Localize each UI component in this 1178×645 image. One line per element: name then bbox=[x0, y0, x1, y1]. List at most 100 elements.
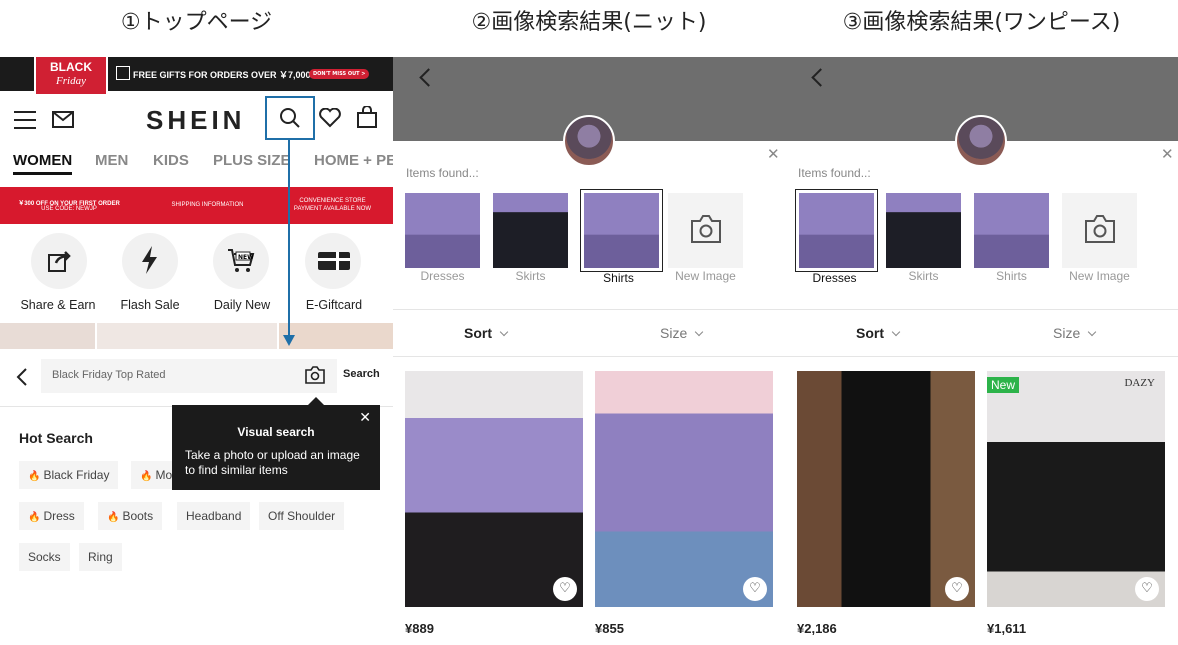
banner-store: CONVENIENCE STORE bbox=[299, 198, 366, 204]
product-card[interactable]: ♡ bbox=[595, 371, 773, 607]
promo-banner[interactable]: BLACK Friday FREE GIFTS FOR ORDERS OVER ￥… bbox=[0, 57, 393, 96]
thumb-label-selected: Shirts bbox=[603, 271, 634, 285]
thumb-label: Dresses bbox=[420, 269, 465, 283]
back-icon[interactable] bbox=[16, 367, 28, 387]
wishlist-heart-icon[interactable]: ♡ bbox=[553, 577, 577, 601]
items-found-label: Items found..: bbox=[798, 166, 871, 180]
product-price: ¥889 bbox=[405, 621, 434, 636]
promo-text: FREE GIFTS FOR ORDERS OVER ￥7,000 bbox=[133, 70, 311, 80]
flash-sale-label: Flash Sale bbox=[120, 298, 180, 312]
info-banner[interactable]: ￥300 OFF ON YOUR FIRST ORDER USE CODE: N… bbox=[0, 187, 393, 224]
thumb-dresses[interactable] bbox=[405, 193, 480, 268]
shein-logo[interactable]: SHEIN bbox=[146, 105, 245, 136]
hot-chip[interactable]: 🔥 Mo bbox=[131, 461, 172, 489]
new-image-tile[interactable] bbox=[1062, 193, 1137, 268]
search-highlight-box bbox=[265, 96, 315, 140]
thumb-label: New Image bbox=[675, 269, 736, 283]
close-icon[interactable]: ✕ bbox=[1161, 145, 1174, 163]
menu-icon[interactable] bbox=[14, 111, 36, 129]
filter-bar: Sort Size bbox=[785, 309, 1178, 357]
search-input[interactable]: Black Friday Top Rated bbox=[41, 359, 337, 393]
share-earn-label: Share & Earn bbox=[20, 298, 96, 312]
tooltip-body: Take a photo or upload an image to find … bbox=[185, 448, 360, 477]
sort-dropdown[interactable]: Sort bbox=[464, 325, 509, 341]
thumb-label-selected: Dresses bbox=[812, 271, 857, 285]
mail-icon[interactable] bbox=[52, 111, 74, 128]
tooltip-title: Visual search bbox=[237, 425, 315, 439]
arrow-line bbox=[288, 140, 290, 337]
chevron-down-icon bbox=[1087, 327, 1097, 337]
camera-icon bbox=[691, 215, 721, 243]
product-card[interactable]: ♡ bbox=[797, 371, 975, 607]
size-dropdown[interactable]: Size bbox=[660, 325, 704, 341]
banner-image[interactable] bbox=[97, 323, 277, 349]
home-screen: BLACK Friday FREE GIFTS FOR ORDERS OVER ￥… bbox=[0, 57, 393, 645]
hot-chip[interactable]: Off Shoulder bbox=[259, 502, 345, 530]
new-image-tile[interactable] bbox=[668, 193, 743, 268]
camera-icon[interactable] bbox=[305, 366, 325, 384]
tab-kids[interactable]: KIDS bbox=[153, 152, 189, 169]
search-button[interactable]: Search bbox=[343, 368, 380, 380]
search-image-avatar[interactable] bbox=[955, 115, 1007, 167]
sort-dropdown[interactable]: Sort bbox=[856, 325, 901, 341]
fire-icon: 🔥 bbox=[107, 512, 120, 523]
knit-results-screen: ✕ Items found..: Dresses Skirts Shirts N… bbox=[393, 57, 785, 645]
camera-icon bbox=[1085, 215, 1115, 243]
caption-dress-results: ③画像検索結果(ワンピース) bbox=[842, 10, 1121, 35]
wishlist-heart-icon[interactable]: ♡ bbox=[743, 577, 767, 601]
flash-sale-button[interactable] bbox=[122, 233, 178, 289]
bag-icon[interactable] bbox=[357, 106, 377, 128]
hot-chip[interactable]: Headband bbox=[177, 502, 251, 530]
thumb-label: Skirts bbox=[908, 269, 939, 283]
hot-chip[interactable]: Ring bbox=[79, 543, 122, 571]
visual-search-tooltip: ✕ Visual search Take a photo or upload a… bbox=[172, 405, 380, 490]
thumb-label: Skirts bbox=[515, 269, 546, 283]
share-earn-button[interactable] bbox=[31, 233, 87, 289]
banner-payment: PAYMENT AVAILABLE NOW bbox=[293, 206, 372, 212]
thumb-shirts[interactable] bbox=[580, 189, 663, 272]
search-image-avatar[interactable] bbox=[563, 115, 615, 167]
hot-chip[interactable]: 🔥 Black Friday bbox=[19, 461, 119, 489]
thumb-skirts[interactable] bbox=[493, 193, 568, 268]
chevron-down-icon bbox=[891, 327, 901, 337]
header: SHEIN bbox=[0, 91, 393, 147]
fire-icon: 🔥 bbox=[140, 471, 153, 482]
promo-pill[interactable]: DON'T MISS OUT > bbox=[309, 69, 370, 79]
heart-icon[interactable] bbox=[319, 108, 341, 128]
tooltip-pointer bbox=[308, 397, 324, 405]
search-bar: Black Friday Top Rated Search bbox=[0, 349, 393, 407]
hot-chip[interactable]: Socks bbox=[19, 543, 70, 571]
tab-men[interactable]: MEN bbox=[95, 152, 128, 169]
thumb-skirts[interactable] bbox=[886, 193, 961, 268]
close-icon[interactable]: ✕ bbox=[767, 145, 780, 163]
banner-image[interactable] bbox=[0, 323, 95, 349]
product-price: ¥2,186 bbox=[797, 621, 837, 636]
arrow-head bbox=[283, 335, 295, 346]
tab-plus-size[interactable]: PLUS SIZE bbox=[213, 152, 291, 169]
gift-icon bbox=[116, 66, 130, 80]
daily-new-label: Daily New bbox=[213, 298, 271, 312]
banner-image[interactable] bbox=[279, 323, 393, 349]
hot-chip[interactable]: 🔥 Dress bbox=[19, 502, 84, 530]
daily-new-button[interactable]: NEW bbox=[213, 233, 269, 289]
tab-home[interactable]: HOME + PE bbox=[314, 152, 393, 169]
search-placeholder: Black Friday Top Rated bbox=[52, 369, 166, 381]
new-badge: New bbox=[987, 377, 1020, 393]
brand-label: DAZY bbox=[1124, 377, 1155, 389]
thumb-shirts[interactable] bbox=[974, 193, 1049, 268]
size-dropdown[interactable]: Size bbox=[1053, 325, 1097, 341]
close-icon[interactable]: ✕ bbox=[359, 409, 371, 426]
thumb-label: New Image bbox=[1069, 269, 1130, 283]
banner-code: USE CODE: NEWJP bbox=[41, 206, 97, 212]
product-card[interactable]: New DAZY ♡ bbox=[987, 371, 1165, 607]
e-giftcard-button[interactable] bbox=[305, 233, 361, 289]
product-card[interactable]: ♡ bbox=[405, 371, 583, 607]
thumb-dresses[interactable] bbox=[795, 189, 878, 272]
wishlist-heart-icon[interactable]: ♡ bbox=[945, 577, 969, 601]
giftcard-icon bbox=[318, 252, 350, 270]
tab-women[interactable]: WOMEN bbox=[13, 152, 73, 175]
hot-chip[interactable]: 🔥 Boots bbox=[98, 502, 163, 530]
caption-knit-results: ②画像検索結果(ニット) bbox=[471, 10, 707, 35]
svg-text:NEW: NEW bbox=[238, 254, 254, 261]
wishlist-heart-icon[interactable]: ♡ bbox=[1135, 577, 1159, 601]
